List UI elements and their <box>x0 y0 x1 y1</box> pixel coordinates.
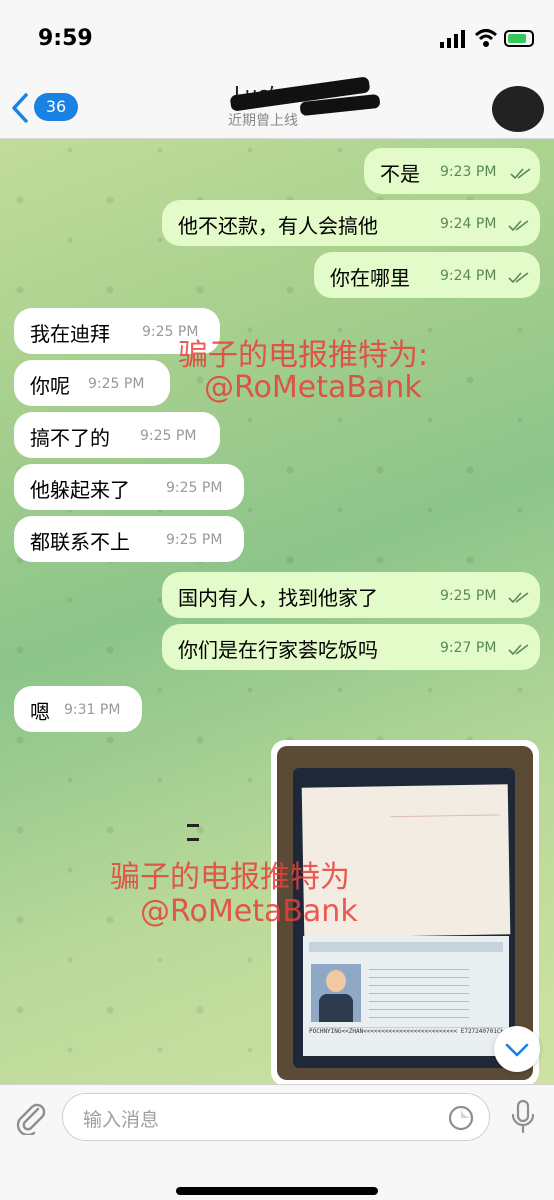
double-check-icon <box>508 592 530 604</box>
mic-icon[interactable] <box>510 1099 536 1135</box>
message-incoming[interactable]: 都联系不上 9:25 PM <box>14 516 244 562</box>
back-chevron-icon[interactable] <box>10 92 30 124</box>
drag-handle-icon <box>187 824 199 841</box>
message-text: 都联系不上 <box>30 530 130 554</box>
double-check-icon <box>510 168 532 180</box>
message-incoming[interactable]: 他躲起来了 9:25 PM <box>14 464 244 510</box>
double-check-icon <box>508 272 530 284</box>
status-bar: 9:59 <box>0 0 554 80</box>
message-time: 9:24 PM <box>440 216 497 232</box>
double-check-icon <box>508 644 530 656</box>
passport-data-page: POCHNYING<<ZHAN<<<<<<<<<<<<<<<<<<<<<<<<<… <box>303 936 509 1056</box>
message-text: 国内有人，找到他家了 <box>178 586 378 610</box>
message-incoming[interactable]: 搞不了的 9:25 PM <box>14 412 220 458</box>
watermark-text: @RoMetaBank <box>140 894 358 929</box>
message-input-placeholder: 输入消息 <box>83 1109 160 1131</box>
message-outgoing[interactable]: 不是 9:23 PM <box>364 148 540 194</box>
message-incoming[interactable]: 你呢 9:25 PM <box>14 360 170 406</box>
watermark-text: 骗子的电报推特为: <box>178 338 429 373</box>
message-outgoing[interactable]: 你在哪里 9:24 PM <box>314 252 540 298</box>
passport-portrait <box>311 964 361 1022</box>
chat-header: 36 Luc’or 近期曾上线 <box>0 76 554 139</box>
message-outgoing[interactable]: 他不还款，有人会搞他 9:24 PM <box>162 200 540 246</box>
message-time: 9:25 PM <box>166 480 223 496</box>
message-text: 你们是在行家荟吃饭吗 <box>178 638 378 662</box>
unread-count-badge[interactable]: 36 <box>34 93 78 121</box>
message-time: 9:24 PM <box>440 268 497 284</box>
message-outgoing[interactable]: 你们是在行家荟吃饭吗 9:27 PM <box>162 624 540 670</box>
message-text: 他躲起来了 <box>30 478 130 502</box>
scroll-down-button[interactable] <box>494 1026 540 1072</box>
message-text: 搞不了的 <box>30 426 110 450</box>
portrait-body <box>319 994 353 1022</box>
home-indicator <box>176 1187 378 1195</box>
watermark-text: @RoMetaBank <box>204 370 422 405</box>
passport-data-header <box>309 942 503 952</box>
battery-icon <box>504 30 534 47</box>
chat-screen: 9:59 36 Luc’or 近期曾上线 不是 9:23 PM 他不还款，有人会… <box>0 0 554 1200</box>
message-text: 我在迪拜 <box>30 322 110 346</box>
chat-subtitle: 近期曾上线 <box>228 113 298 129</box>
message-text: 嗯 <box>30 700 50 724</box>
message-time: 9:27 PM <box>440 640 497 656</box>
message-composer: 输入消息 <box>0 1084 554 1200</box>
passport-data-lines <box>369 962 469 1022</box>
scroll-down-icon <box>505 1043 529 1057</box>
portrait-head <box>326 970 346 992</box>
message-outgoing[interactable]: 国内有人，找到他家了 9:25 PM <box>162 572 540 618</box>
message-input[interactable]: 输入消息 <box>62 1093 490 1141</box>
status-time: 9:59 <box>38 26 93 51</box>
avatar[interactable] <box>492 86 544 132</box>
message-time: 9:25 PM <box>88 376 145 392</box>
attach-icon[interactable] <box>14 1099 46 1135</box>
wifi-icon <box>474 29 498 47</box>
double-check-icon <box>508 220 530 232</box>
message-incoming[interactable]: 嗯 9:31 PM <box>14 686 142 732</box>
message-time: 9:25 PM <box>440 588 497 604</box>
message-time: 9:23 PM <box>440 164 497 180</box>
message-time: 9:31 PM <box>64 702 121 718</box>
sticker-icon[interactable] <box>447 1104 475 1132</box>
message-text: 你在哪里 <box>330 266 410 290</box>
message-text: 你呢 <box>30 374 70 398</box>
signal-icon <box>440 30 465 48</box>
passport-visa-text <box>390 814 502 898</box>
message-text: 他不还款，有人会搞他 <box>178 214 378 238</box>
message-text: 不是 <box>380 162 420 186</box>
watermark-text: 骗子的电报推特为 <box>110 860 350 895</box>
message-time: 9:25 PM <box>140 428 197 444</box>
passport-mrz: POCHNYING<<ZHAN<<<<<<<<<<<<<<<<<<<<<<<<<… <box>309 1027 503 1048</box>
message-time: 9:25 PM <box>166 532 223 548</box>
